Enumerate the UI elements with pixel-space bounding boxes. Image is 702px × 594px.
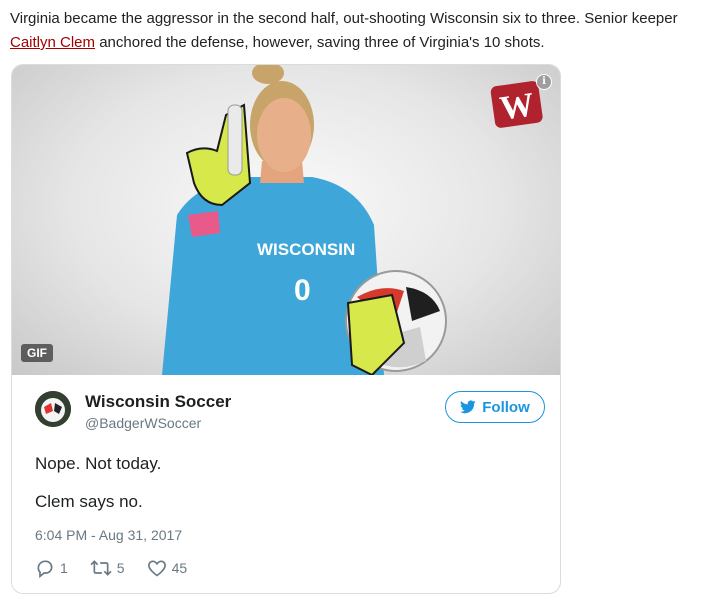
reply-button[interactable]: 1 <box>35 558 68 578</box>
display-name[interactable]: Wisconsin Soccer <box>85 392 231 412</box>
retweet-count: 5 <box>116 560 125 576</box>
twitter-bird-icon <box>460 400 476 414</box>
heart-icon <box>147 560 166 577</box>
like-button[interactable]: 45 <box>147 558 188 578</box>
article-text-end: anchored the defense, however, saving th… <box>95 34 545 51</box>
tweet-timestamp[interactable]: 6:04 PM - Aug 31, 2017 <box>35 527 182 543</box>
avatar[interactable] <box>35 391 71 427</box>
like-count: 45 <box>171 560 188 576</box>
wisconsin-logo: W <box>490 81 543 128</box>
article-paragraph: Virginia became the aggressor in the sec… <box>10 7 700 55</box>
goalkeeper-illustration: WISCONSIN 0 W <box>162 65 543 375</box>
tweet-gif-media[interactable]: WISCONSIN 0 W i GIF <box>12 65 560 375</box>
jersey-number: 0 <box>294 274 311 307</box>
article-text-start: Virginia became the aggressor in the sec… <box>10 10 678 27</box>
tweet-header: Wisconsin Soccer @BadgerWSoccer Follow <box>35 391 545 441</box>
logo-letter: W <box>498 86 537 127</box>
retweet-button[interactable]: 5 <box>90 558 125 578</box>
soccer-ball-avatar-icon <box>35 391 71 427</box>
tweet-body: Nope. Not today. Clem says no. <box>35 452 545 514</box>
retweet-icon <box>90 560 112 576</box>
reply-count: 1 <box>60 560 68 576</box>
user-handle[interactable]: @BadgerWSoccer <box>85 415 201 431</box>
follow-label: Follow <box>482 398 530 416</box>
tweet-line: Clem says no. <box>35 492 143 511</box>
info-icon[interactable]: i <box>536 74 552 90</box>
gif-badge: GIF <box>21 344 53 362</box>
tweet-line: Nope. Not today. <box>35 454 162 473</box>
jersey-text: WISCONSIN <box>257 240 355 259</box>
embedded-tweet-card: WISCONSIN 0 W i GIF Wisconsin Soccer @Ba… <box>11 64 561 594</box>
tweet-actions: 1 5 45 <box>35 558 187 578</box>
reply-icon <box>37 560 53 578</box>
follow-button[interactable]: Follow <box>445 391 545 423</box>
caitlyn-clem-link[interactable]: Caitlyn Clem <box>10 34 95 51</box>
